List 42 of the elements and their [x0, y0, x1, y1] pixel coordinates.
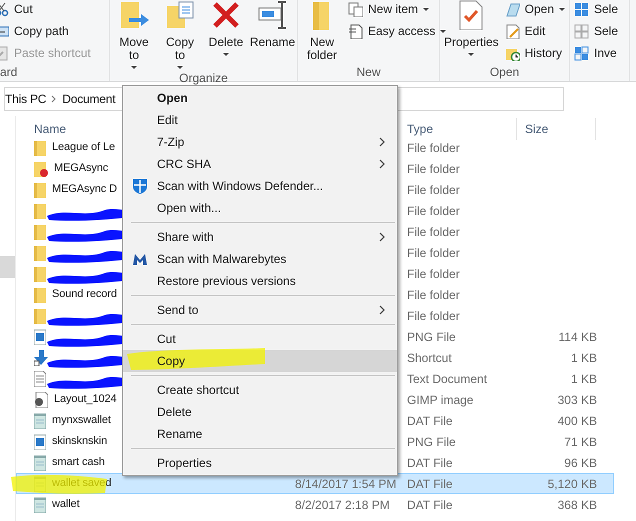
file-type: PNG File	[407, 330, 456, 344]
file-type: Text Document	[407, 372, 488, 386]
file-size: 114 KB	[558, 330, 597, 344]
file-type: DAT File	[407, 498, 453, 512]
file-size: 5,120 KB	[548, 476, 597, 490]
file-name: League of Le	[52, 140, 116, 156]
group-label: New	[356, 65, 380, 79]
file-type: GIMP image	[407, 392, 474, 406]
file-size: 400 KB	[558, 414, 597, 428]
file-type: File folder	[407, 140, 460, 154]
file-type: File folder	[407, 162, 460, 176]
group-label: Organize	[179, 71, 228, 85]
file-type: DAT File	[407, 476, 453, 490]
file-type: File folder	[407, 224, 460, 238]
group-label: ard	[0, 65, 18, 79]
file-size: 1 KB	[570, 350, 597, 364]
file-date: 8/14/2017 1:54 PM	[295, 476, 396, 490]
file-name: smart cash	[52, 455, 105, 470]
file-size: 1 KB	[570, 372, 597, 386]
file-type: File folder	[407, 182, 460, 196]
group-label: Open	[490, 65, 520, 79]
file-size: 96 KB	[564, 456, 597, 470]
file-size: 303 KB	[558, 392, 597, 406]
file-size: 368 KB	[558, 498, 597, 512]
file-name: wallet	[52, 497, 80, 512]
file-type: File folder	[407, 204, 460, 218]
file-name: skinsknskin	[52, 434, 108, 450]
file-type: File folder	[407, 266, 460, 280]
file-size: 71 KB	[564, 434, 597, 448]
file-name: mynxswallet	[52, 413, 111, 428]
file-type: DAT File	[407, 414, 453, 428]
file-type: PNG File	[407, 434, 456, 448]
file-type: File folder	[407, 288, 460, 302]
file-type: Shortcut	[407, 350, 452, 364]
file-name: MEGAsync D	[52, 182, 118, 198]
file-type: File folder	[407, 246, 460, 260]
file-type: DAT File	[407, 456, 453, 470]
file-type: File folder	[407, 308, 460, 322]
file-name: MEGAsync	[54, 161, 108, 176]
file-date: 8/2/2017 2:18 PM	[295, 498, 390, 512]
file-name: Layout_1024	[54, 392, 117, 408]
file-name: Sound record	[52, 287, 117, 302]
